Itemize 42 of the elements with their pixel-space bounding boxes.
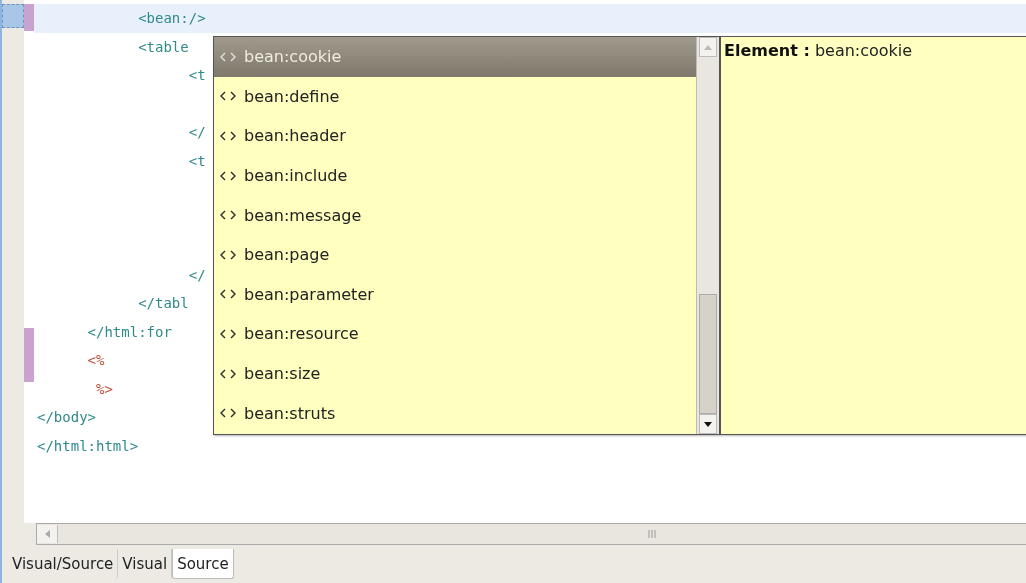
left-arrow-icon[interactable] (44, 530, 50, 538)
completion-item[interactable]: bean:resource (214, 314, 696, 354)
angle-brackets-icon (220, 249, 236, 260)
completion-item[interactable]: bean:page (214, 234, 696, 275)
completion-item[interactable]: bean:parameter (214, 274, 696, 315)
horizontal-scrollbar[interactable] (36, 523, 1026, 545)
scroll-thumb[interactable] (699, 294, 717, 414)
angle-brackets-icon (220, 51, 236, 62)
angle-brackets-icon (220, 170, 236, 181)
grip-icon (648, 530, 656, 538)
angle-brackets-icon (220, 91, 236, 102)
angle-brackets-icon (220, 408, 236, 419)
code-line: <% (86, 352, 105, 369)
down-arrow-icon[interactable] (704, 421, 712, 427)
angle-brackets-icon (220, 289, 236, 300)
completion-item[interactable]: bean:header (214, 116, 696, 156)
code-line: </html:html> (37, 437, 139, 454)
code-line: <table (137, 38, 189, 55)
completion-item[interactable]: bean:include (214, 155, 696, 196)
code-line: </ (187, 124, 206, 141)
code-line: </ (187, 266, 206, 283)
angle-brackets-icon (220, 131, 236, 141)
completion-item[interactable]: bean:size (214, 353, 696, 394)
bookmark-marker (2, 4, 24, 28)
completion-item[interactable]: bean:define (214, 76, 696, 117)
angle-brackets-icon (220, 328, 236, 339)
code-line: <bean:/> (137, 10, 206, 27)
vertical-scrollbar[interactable] (696, 37, 721, 434)
element-info: Element : bean:cookie (724, 41, 913, 60)
angle-brackets-icon (220, 368, 236, 379)
code-line: %> (95, 380, 113, 397)
completion-item[interactable]: bean:struts (214, 393, 696, 433)
angle-brackets-icon (220, 210, 236, 221)
code-line: </body> (37, 409, 96, 426)
code-line: <t (187, 67, 206, 84)
up-arrow-icon[interactable] (704, 44, 712, 50)
completion-item[interactable]: bean:message (214, 195, 696, 235)
view-tab[interactable]: Visual/Source (8, 549, 119, 579)
view-tab[interactable]: Source (172, 549, 234, 579)
code-line: <t (187, 152, 206, 169)
code-line: </tabl (137, 295, 189, 312)
code-line: </html:for (86, 323, 172, 340)
